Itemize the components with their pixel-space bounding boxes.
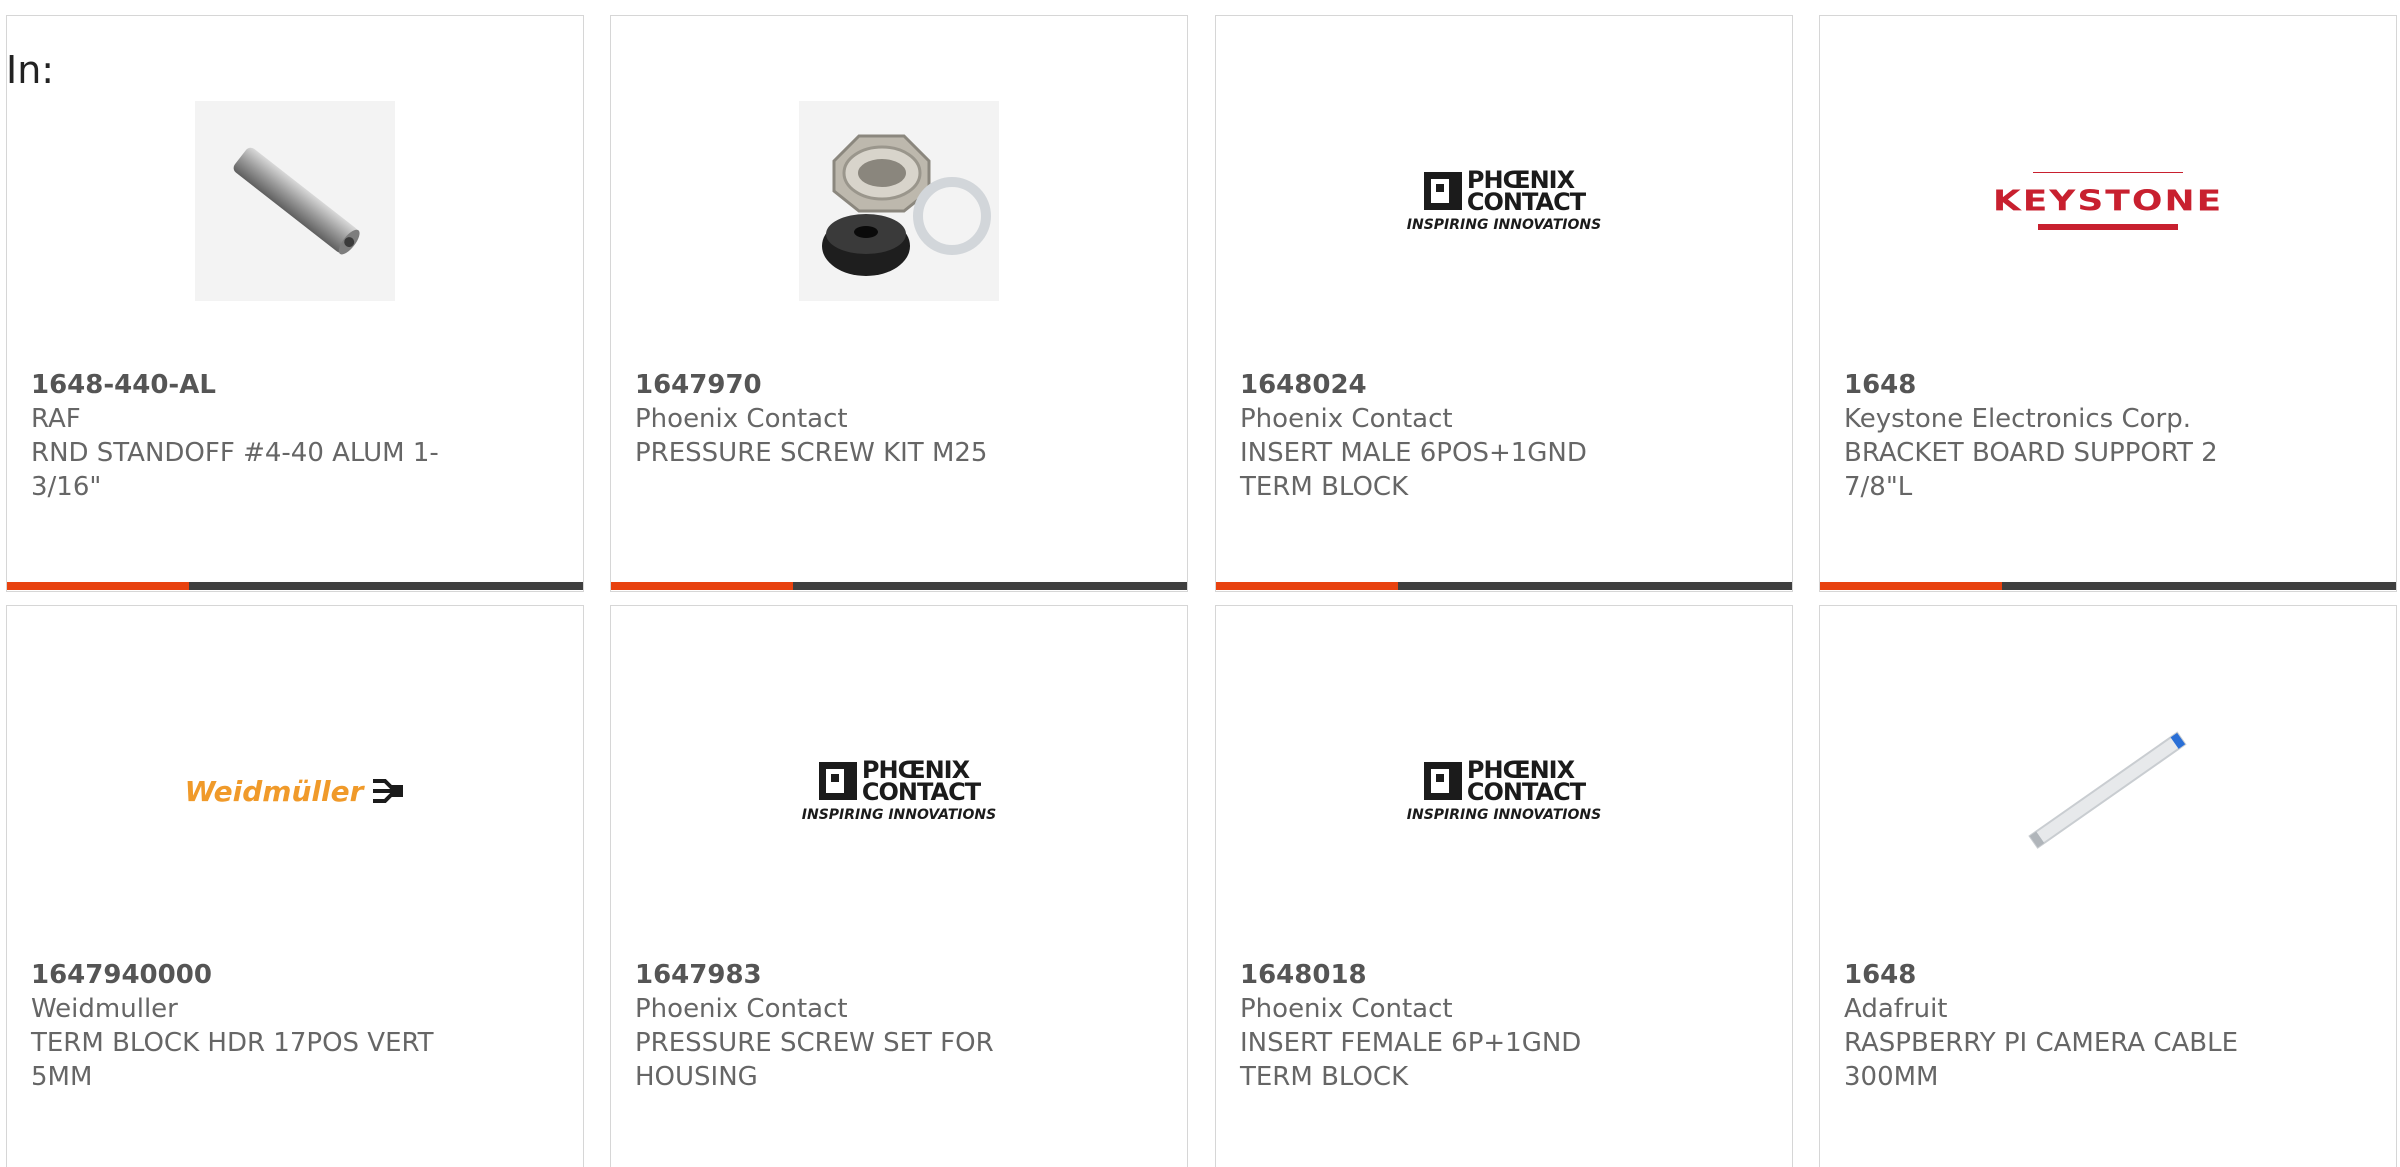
description: PRESSURE SCREW SET FOR HOUSING <box>635 1028 994 1092</box>
logo-text: Weidmüller <box>184 774 364 808</box>
logo-text: CONTACT <box>1466 188 1586 216</box>
manufacturer: Weidmuller <box>31 994 178 1024</box>
product-image[interactable]: KEYSTONE <box>1820 76 2396 326</box>
logo-tagline: INSPIRING INNOVATIONS <box>1406 807 1602 823</box>
manufacturer: Phoenix Contact <box>635 404 848 434</box>
product-card[interactable]: PHŒNIX CONTACT INSPIRING INNOVATIONS 164… <box>1215 15 1793 592</box>
product-info: 1647983 Phoenix Contact PRESSURE SCREW S… <box>635 958 1055 1094</box>
part-number[interactable]: 1647970 <box>635 368 1055 402</box>
manufacturer: Phoenix Contact <box>1240 404 1453 434</box>
part-number[interactable]: 1647940000 <box>31 958 451 992</box>
card-bottom-bar <box>1216 582 1792 590</box>
pressure-screw-kit-photo <box>799 101 999 301</box>
part-number[interactable]: 1647983 <box>635 958 1055 992</box>
manufacturer: Phoenix Contact <box>1240 994 1453 1024</box>
product-image[interactable]: Weidmüller <box>7 666 583 916</box>
description: BRACKET BOARD SUPPORT 2 7/8"L <box>1844 438 2218 502</box>
description: INSERT FEMALE 6P+1GND TERM BLOCK <box>1240 1028 1582 1092</box>
description: INSERT MALE 6POS+1GND TERM BLOCK <box>1240 438 1587 502</box>
product-card[interactable]: Weidmüller 1647940000 Weidmuller TERM BL… <box>6 605 584 1167</box>
card-bottom-bar <box>1820 582 2396 590</box>
product-info: 1647940000 Weidmuller TERM BLOCK HDR 17P… <box>31 958 451 1094</box>
standoff-photo <box>195 101 395 301</box>
logo-tagline: INSPIRING INNOVATIONS <box>1406 217 1602 233</box>
product-card[interactable]: PHŒNIX CONTACT INSPIRING INNOVATIONS 164… <box>610 605 1188 1167</box>
manufacturer: Keystone Electronics Corp. <box>1844 404 2192 434</box>
product-info: 1648 Keystone Electronics Corp. BRACKET … <box>1844 368 2264 504</box>
product-image[interactable] <box>1820 666 2396 916</box>
phoenix-contact-logo: PHŒNIX CONTACT INSPIRING INNOVATIONS <box>801 758 997 823</box>
card-bottom-bar <box>611 582 1187 590</box>
weidmuller-logo: Weidmüller <box>185 775 406 808</box>
product-image[interactable] <box>611 76 1187 326</box>
product-card[interactable]: 1647970 Phoenix Contact PRESSURE SCREW K… <box>610 15 1188 592</box>
product-card[interactable]: KEYSTONE 1648 Keystone Electronics Corp.… <box>1819 15 2397 592</box>
logo-text: CONTACT <box>1466 778 1586 806</box>
description: RASPBERRY PI CAMERA CABLE 300MM <box>1844 1028 2239 1092</box>
phoenix-mark-icon <box>1423 762 1462 800</box>
in-label: In: <box>6 48 55 92</box>
description: PRESSURE SCREW KIT M25 <box>635 438 988 468</box>
manufacturer: RAF <box>31 404 81 434</box>
phoenix-contact-logo: PHŒNIX CONTACT INSPIRING INNOVATIONS <box>1406 168 1602 233</box>
part-number[interactable]: 1648 <box>1844 368 2264 402</box>
product-info: 1648-440-AL RAF RND STANDOFF #4-40 ALUM … <box>31 368 451 504</box>
product-image[interactable] <box>7 76 583 326</box>
part-number[interactable]: 1648 <box>1844 958 2264 992</box>
product-card[interactable]: PHŒNIX CONTACT INSPIRING INNOVATIONS 164… <box>1215 605 1793 1167</box>
keystone-logo: KEYSTONE <box>1993 172 2223 230</box>
card-bar-accent <box>611 582 793 590</box>
product-image[interactable]: PHŒNIX CONTACT INSPIRING INNOVATIONS <box>611 666 1187 916</box>
product-image[interactable]: PHŒNIX CONTACT INSPIRING INNOVATIONS <box>1216 666 1792 916</box>
product-info: 1647970 Phoenix Contact PRESSURE SCREW K… <box>635 368 1055 470</box>
logo-text: CONTACT <box>861 778 981 806</box>
phoenix-mark-icon <box>818 762 857 800</box>
manufacturer: Phoenix Contact <box>635 994 848 1024</box>
description: TERM BLOCK HDR 17POS VERT 5MM <box>31 1028 434 1092</box>
part-number[interactable]: 1648-440-AL <box>31 368 451 402</box>
product-info: 1648024 Phoenix Contact INSERT MALE 6POS… <box>1240 368 1660 504</box>
card-bar-accent <box>7 582 189 590</box>
product-grid: 1648-440-AL RAF RND STANDOFF #4-40 ALUM … <box>0 0 2400 1167</box>
logo-text: KEYSTONE <box>1992 185 2224 218</box>
card-bottom-bar <box>7 582 583 590</box>
card-bar-accent <box>1820 582 2002 590</box>
logo-tagline: INSPIRING INNOVATIONS <box>801 807 997 823</box>
product-info: 1648 Adafruit RASPBERRY PI CAMERA CABLE … <box>1844 958 2264 1094</box>
part-number[interactable]: 1648018 <box>1240 958 1660 992</box>
ribbon-cable-photo <box>2008 691 2208 891</box>
part-number[interactable]: 1648024 <box>1240 368 1660 402</box>
phoenix-contact-logo: PHŒNIX CONTACT INSPIRING INNOVATIONS <box>1406 758 1602 823</box>
weidmuller-mark-icon <box>373 779 404 803</box>
product-card[interactable]: 1648-440-AL RAF RND STANDOFF #4-40 ALUM … <box>6 15 584 592</box>
product-card[interactable]: 1648 Adafruit RASPBERRY PI CAMERA CABLE … <box>1819 605 2397 1167</box>
manufacturer: Adafruit <box>1844 994 1948 1024</box>
phoenix-mark-icon <box>1423 172 1462 210</box>
description: RND STANDOFF #4-40 ALUM 1-3/16" <box>31 438 439 502</box>
product-info: 1648018 Phoenix Contact INSERT FEMALE 6P… <box>1240 958 1660 1094</box>
card-bar-accent <box>1216 582 1398 590</box>
product-image[interactable]: PHŒNIX CONTACT INSPIRING INNOVATIONS <box>1216 76 1792 326</box>
